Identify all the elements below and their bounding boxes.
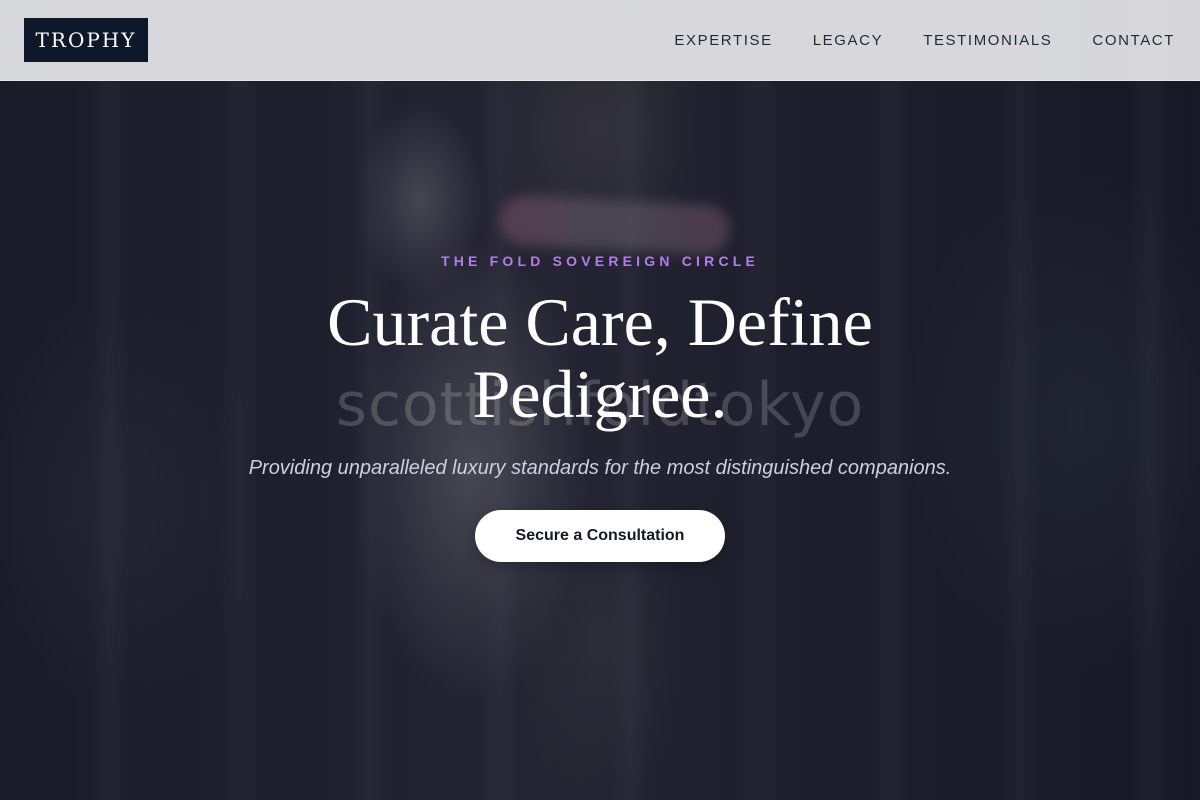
hero-subtitle: Providing unparalleled luxury standards …	[248, 457, 952, 479]
nav-link-testimonials[interactable]: TESTIMONIALS	[923, 32, 1052, 49]
nav-link-expertise[interactable]: EXPERTISE	[674, 32, 772, 49]
secure-consultation-button[interactable]: Secure a Consultation	[475, 510, 725, 562]
hero-headline: Curate Care, Define Pedigree.	[327, 284, 873, 432]
hero-eyebrow: THE FOLD SOVEREIGN CIRCLE	[440, 253, 760, 269]
main-nav: EXPERTISE LEGACY TESTIMONIALS CONTACT	[634, 0, 1175, 80]
nav-link-contact[interactable]: CONTACT	[1092, 32, 1175, 49]
landing-page: scottishfoldtokyo TROPHY EXPERTISE LEGAC…	[0, 0, 1200, 800]
site-header: TROPHY EXPERTISE LEGACY TESTIMONIALS CON…	[0, 0, 1200, 81]
brand-logo[interactable]: TROPHY	[24, 18, 148, 62]
nav-link-legacy[interactable]: LEGACY	[813, 32, 883, 49]
